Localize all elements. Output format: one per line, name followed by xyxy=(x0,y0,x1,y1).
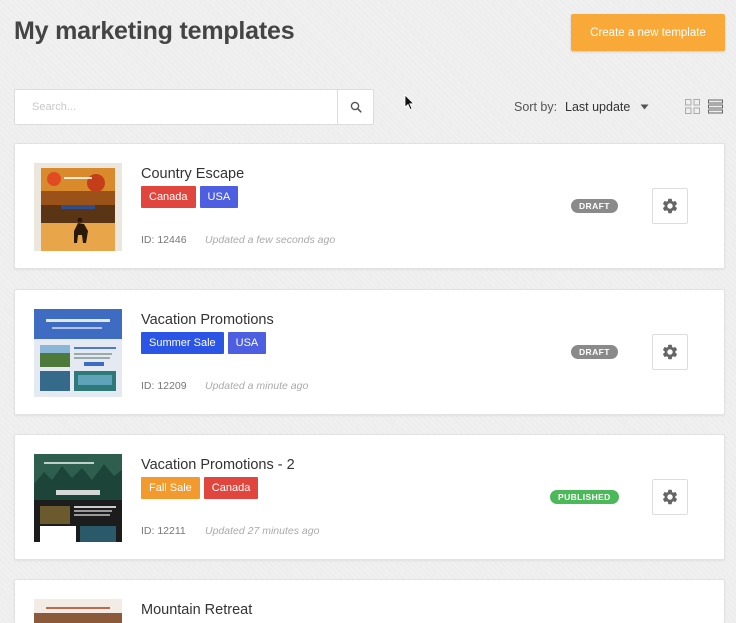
template-updated: Updated a minute ago xyxy=(205,380,309,392)
tag-badge[interactable]: Canada xyxy=(141,186,196,208)
settings-button[interactable] xyxy=(652,334,688,370)
sort-dropdown[interactable]: Last update xyxy=(565,100,630,114)
template-card[interactable]: Vacation Promotions - 2 Fall Sale Canada… xyxy=(14,434,725,560)
template-card[interactable]: Vacation Promotions Summer Sale USA ID: … xyxy=(14,289,725,415)
chevron-down-icon[interactable] xyxy=(640,104,649,110)
search-box xyxy=(14,89,374,125)
template-id: ID: 12209 xyxy=(141,380,187,392)
list-view-icon[interactable] xyxy=(708,99,723,114)
create-template-button[interactable]: Create a new template xyxy=(571,14,725,51)
status-badge: DRAFT xyxy=(571,345,618,359)
tag-list: Summer Sale USA xyxy=(141,332,267,354)
template-title[interactable]: Vacation Promotions - 2 xyxy=(141,457,295,473)
tag-list: Canada USA xyxy=(141,186,239,208)
tag-list: Fall Sale Canada xyxy=(141,477,259,499)
search-icon xyxy=(350,101,362,113)
gear-icon xyxy=(662,198,678,214)
tag-badge[interactable]: Canada xyxy=(203,477,259,499)
page-title: My marketing templates xyxy=(14,17,295,45)
search-button[interactable] xyxy=(337,90,373,124)
status-badge: DRAFT xyxy=(571,199,618,213)
mouse-cursor-icon xyxy=(404,94,415,111)
template-thumbnail[interactable] xyxy=(34,599,122,623)
settings-button[interactable] xyxy=(652,188,688,224)
sort-label: Sort by: xyxy=(514,100,558,114)
template-updated: Updated a few seconds ago xyxy=(205,234,336,246)
template-card[interactable]: Mountain Retreat xyxy=(14,579,725,623)
template-title[interactable]: Country Escape xyxy=(141,166,244,182)
search-input[interactable] xyxy=(15,90,338,124)
template-title[interactable]: Mountain Retreat xyxy=(141,602,252,618)
settings-button[interactable] xyxy=(652,479,688,515)
template-id: ID: 12446 xyxy=(141,234,187,246)
grid-view-icon[interactable] xyxy=(685,99,700,114)
template-id: ID: 12211 xyxy=(141,525,186,537)
template-thumbnail[interactable] xyxy=(34,454,122,542)
gear-icon xyxy=(662,489,678,505)
gear-icon xyxy=(662,344,678,360)
template-updated: Updated 27 minutes ago xyxy=(205,525,320,537)
template-title[interactable]: Vacation Promotions xyxy=(141,312,274,328)
template-card[interactable]: Country Escape Canada USA ID: 12446 Upda… xyxy=(14,143,725,269)
status-badge: PUBLISHED xyxy=(550,490,619,504)
tag-badge[interactable]: Fall Sale xyxy=(141,477,200,499)
tag-badge[interactable]: Summer Sale xyxy=(141,332,224,354)
template-thumbnail[interactable] xyxy=(34,163,122,251)
tag-badge[interactable]: USA xyxy=(199,186,239,208)
template-thumbnail[interactable] xyxy=(34,309,122,397)
tag-badge[interactable]: USA xyxy=(227,332,267,354)
